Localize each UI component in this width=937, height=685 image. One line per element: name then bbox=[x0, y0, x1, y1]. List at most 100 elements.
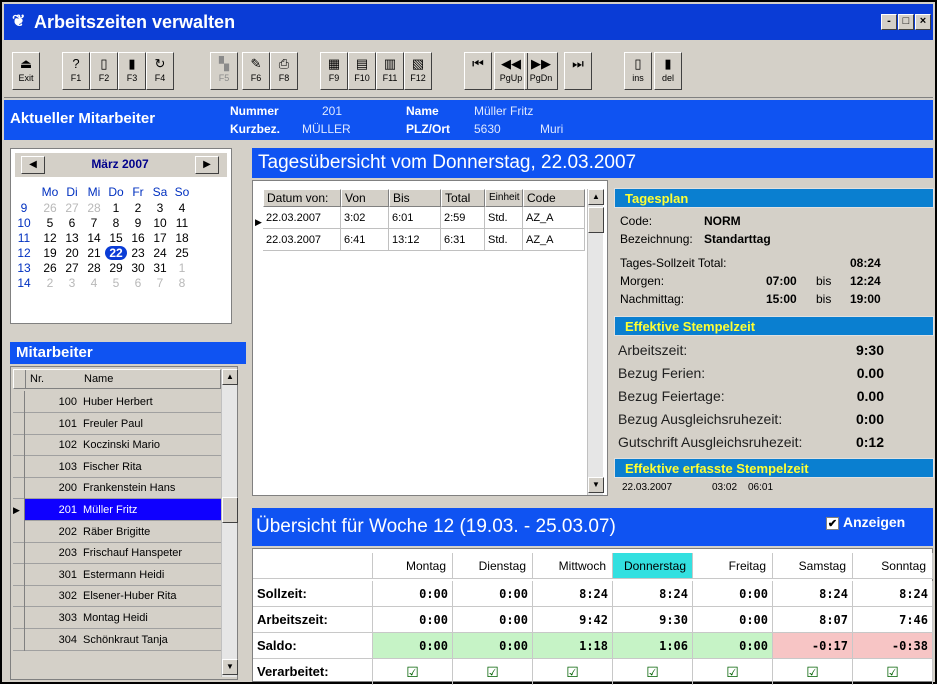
table-row[interactable]: 102 Koczinski Mario bbox=[13, 434, 221, 457]
calendar-day[interactable]: 19 bbox=[39, 246, 61, 260]
col-von-header[interactable]: Von bbox=[341, 189, 389, 207]
col-bis-header[interactable]: Bis bbox=[389, 189, 441, 207]
col-nr-header[interactable]: Nr. bbox=[30, 373, 44, 385]
row-selector[interactable] bbox=[13, 542, 25, 565]
table-row[interactable]: 100 Huber Herbert bbox=[13, 391, 221, 413]
toolbar-button-f1[interactable]: ? F1 bbox=[62, 52, 90, 90]
col-code-header[interactable]: Code bbox=[523, 189, 585, 207]
table-row[interactable]: 202 Räber Brigitte bbox=[13, 520, 221, 543]
calendar-day[interactable]: 10 bbox=[149, 216, 171, 230]
table-row[interactable]: 103 Fischer Rita bbox=[13, 455, 221, 478]
col-datum-header[interactable]: Datum von: bbox=[263, 189, 341, 207]
table-row[interactable]: 200 Frankenstein Hans bbox=[13, 477, 221, 500]
calendar-day[interactable]: 3 bbox=[149, 201, 171, 215]
row-selector[interactable] bbox=[13, 563, 25, 586]
row-selector[interactable]: ▶ bbox=[13, 499, 25, 521]
table-row[interactable]: 302 Elsener-Huber Rita bbox=[13, 585, 221, 608]
toolbar-button-f12[interactable]: ▧ F12 bbox=[404, 52, 432, 90]
row-selector[interactable] bbox=[13, 607, 25, 629]
calendar-day[interactable]: 3 bbox=[61, 276, 83, 290]
scroll-down-icon[interactable]: ▼ bbox=[588, 477, 604, 493]
cell-einheit[interactable]: Std. bbox=[485, 229, 523, 251]
verarbeitet-check-icon[interactable]: ☑ bbox=[453, 659, 533, 685]
table-row[interactable]: 301 Estermann Heidi bbox=[13, 563, 221, 586]
verarbeitet-check-icon[interactable]: ☑ bbox=[853, 659, 933, 685]
calendar-day[interactable]: 15 bbox=[105, 231, 127, 245]
row-selector[interactable] bbox=[13, 412, 25, 435]
table-row[interactable]: ▶ 201 Müller Fritz bbox=[13, 499, 221, 521]
calendar-prev-button[interactable]: ◀ bbox=[21, 156, 45, 174]
row-selector[interactable] bbox=[13, 477, 25, 500]
cell-einheit[interactable]: Std. bbox=[485, 207, 523, 229]
col-total-header[interactable]: Total bbox=[441, 189, 485, 207]
calendar-day[interactable]: 25 bbox=[171, 246, 193, 260]
verarbeitet-check-icon[interactable]: ☑ bbox=[373, 659, 453, 685]
calendar-day[interactable]: 1 bbox=[105, 201, 127, 215]
toolbar-button-pgdn[interactable]: ▶▶ PgDn bbox=[524, 52, 558, 90]
cell-von[interactable]: 3:02 bbox=[341, 207, 389, 229]
cell-code[interactable]: AZ_A bbox=[523, 207, 585, 229]
row-selector[interactable] bbox=[13, 434, 25, 457]
cell-bis[interactable]: 13:12 bbox=[389, 229, 441, 251]
calendar-day[interactable]: 5 bbox=[105, 276, 127, 290]
calendar-day[interactable]: 2 bbox=[127, 201, 149, 215]
calendar-day[interactable]: 27 bbox=[61, 201, 83, 215]
cell-datum[interactable]: 22.03.2007 bbox=[263, 229, 341, 251]
row-selector[interactable] bbox=[13, 455, 25, 478]
anzeigen-checkbox[interactable]: ✔ Anzeigen bbox=[826, 514, 905, 530]
row-selector[interactable] bbox=[13, 520, 25, 543]
calendar-day[interactable]: 28 bbox=[83, 261, 105, 275]
verarbeitet-check-icon[interactable]: ☑ bbox=[693, 659, 773, 685]
calendar-day[interactable]: 5 bbox=[39, 216, 61, 230]
calendar-day[interactable]: 21 bbox=[83, 246, 105, 260]
calendar-day[interactable]: 6 bbox=[61, 216, 83, 230]
calendar-day[interactable]: 31 bbox=[149, 261, 171, 275]
calendar-day[interactable]: 11 bbox=[171, 216, 193, 230]
verarbeitet-check-icon[interactable]: ☑ bbox=[533, 659, 613, 685]
calendar-day[interactable]: 30 bbox=[127, 261, 149, 275]
calendar-day[interactable]: 26 bbox=[39, 201, 61, 215]
calendar-day[interactable]: 7 bbox=[149, 276, 171, 290]
anzeigen-check-icon[interactable]: ✔ bbox=[826, 517, 839, 530]
calendar-day[interactable]: 4 bbox=[83, 276, 105, 290]
calendar-day[interactable]: 6 bbox=[127, 276, 149, 290]
calendar-day[interactable]: 22 bbox=[105, 246, 127, 260]
calendar-next-button[interactable]: ▶ bbox=[195, 156, 219, 174]
calendar-day[interactable]: 18 bbox=[171, 231, 193, 245]
calendar-day[interactable]: 12 bbox=[39, 231, 61, 245]
calendar-day[interactable]: 4 bbox=[171, 201, 193, 215]
close-button[interactable]: × bbox=[915, 14, 931, 30]
col-name-header[interactable]: Name bbox=[84, 373, 113, 385]
cell-von[interactable]: 6:41 bbox=[341, 229, 389, 251]
scroll-down-icon[interactable]: ▼ bbox=[222, 659, 238, 675]
maximize-button[interactable]: □ bbox=[898, 14, 914, 30]
verarbeitet-check-icon[interactable]: ☑ bbox=[613, 659, 693, 685]
calendar-day[interactable]: 16 bbox=[127, 231, 149, 245]
minimize-button[interactable]: - bbox=[881, 14, 897, 30]
calendar-day[interactable]: 13 bbox=[61, 231, 83, 245]
calendar-day[interactable]: 9 bbox=[127, 216, 149, 230]
cell-code[interactable]: AZ_A bbox=[523, 229, 585, 251]
calendar-day[interactable]: 2 bbox=[39, 276, 61, 290]
calendar-day[interactable]: 7 bbox=[83, 216, 105, 230]
calendar-day[interactable]: 14 bbox=[83, 231, 105, 245]
table-row[interactable]: 203 Frischauf Hanspeter bbox=[13, 542, 221, 565]
scroll-up-icon[interactable]: ▲ bbox=[222, 369, 238, 385]
toolbar-button-last[interactable]: ⏭ bbox=[564, 52, 592, 90]
calendar-day[interactable]: 23 bbox=[127, 246, 149, 260]
calendar-day[interactable]: 8 bbox=[105, 216, 127, 230]
calendar-day[interactable]: 24 bbox=[149, 246, 171, 260]
row-selector[interactable] bbox=[13, 391, 25, 413]
toolbar-button-f2[interactable]: ▯ F2 bbox=[90, 52, 118, 90]
calendar-day[interactable]: 1 bbox=[171, 261, 193, 275]
toolbar-button-f9[interactable]: ▦ F9 bbox=[320, 52, 348, 90]
calendar-day[interactable]: 28 bbox=[83, 201, 105, 215]
toolbar-button-pgup[interactable]: ◀◀ PgUp bbox=[494, 52, 528, 90]
toolbar-button-f10[interactable]: ▤ F10 bbox=[348, 52, 376, 90]
verarbeitet-check-icon[interactable]: ☑ bbox=[773, 659, 853, 685]
calendar-day[interactable]: 26 bbox=[39, 261, 61, 275]
toolbar-button-first[interactable]: ⏮ bbox=[464, 52, 492, 90]
row-selector[interactable] bbox=[13, 585, 25, 608]
calendar-day[interactable]: 27 bbox=[61, 261, 83, 275]
toolbar-button-ins[interactable]: ▯ ins bbox=[624, 52, 652, 90]
